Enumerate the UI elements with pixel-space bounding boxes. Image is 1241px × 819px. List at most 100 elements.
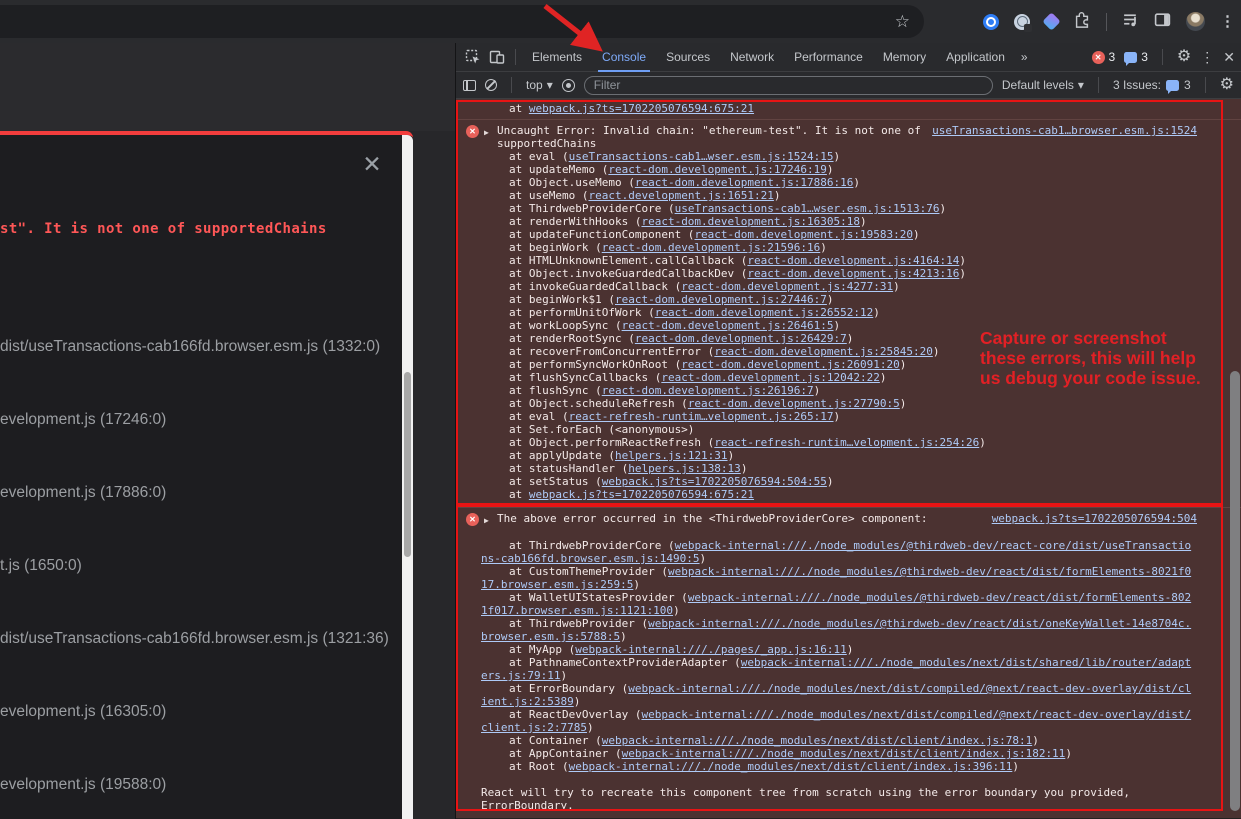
stack-frame: at performUnitOfWork (react-dom.developm…	[481, 306, 1197, 319]
media-playlist-icon[interactable]	[1122, 11, 1139, 33]
message-count-badge[interactable]: 3	[1124, 50, 1148, 64]
source-link[interactable]: webpack-internal:///./node_modules/@thir…	[481, 565, 1191, 591]
disclosure-triangle-icon[interactable]: ▶	[484, 512, 497, 527]
overlay-scrollbar-thumb[interactable]	[404, 372, 411, 557]
source-link[interactable]: helpers.js:121:31	[615, 449, 728, 462]
source-link[interactable]: useTransactions-cab1…wser.esm.js:1524:15	[569, 150, 834, 163]
source-link[interactable]: react-dom.development.js:16305:18	[641, 215, 860, 228]
extension-blue-circle-icon[interactable]	[983, 14, 999, 30]
tab-application[interactable]: Application	[937, 43, 1014, 72]
overlay-scrollbar[interactable]	[402, 135, 413, 819]
context-selector[interactable]: top ▾	[526, 78, 553, 92]
source-location-link[interactable]: useTransactions-cab1…browser.esm.js:1524	[932, 124, 1197, 137]
source-link[interactable]: react-dom.development.js:26461:5	[622, 319, 834, 332]
source-link[interactable]: react-dom.development.js:4213:16	[747, 267, 959, 280]
source-link[interactable]: webpack.js?ts=1702205076594:675:21	[529, 102, 754, 115]
extension-diamond-icon[interactable]	[1042, 12, 1060, 30]
source-link[interactable]: helpers.js:138:13	[628, 462, 741, 475]
source-link[interactable]: react-dom.development.js:26091:20	[681, 358, 900, 371]
source-link[interactable]: webpack.js?ts=1702205076594:675:21	[529, 488, 754, 501]
more-tabs-chevron-icon[interactable]: »	[1016, 50, 1033, 64]
device-toolbar-icon[interactable]	[486, 46, 508, 68]
source-link[interactable]: react-dom.development.js:27790:5	[688, 397, 900, 410]
console-row-partial: at webpack.js?ts=1702205076594:675:21	[456, 99, 1241, 120]
devtools-settings-gear-icon[interactable]: ⚙	[1177, 49, 1191, 65]
stack-frame: at webpack.js?ts=1702205076594:675:21	[481, 102, 1197, 115]
source-link[interactable]: react-dom.development.js:27446:7	[615, 293, 827, 306]
source-link[interactable]: react-dom.development.js:25845:20	[714, 345, 933, 358]
tab-label: Memory	[883, 50, 926, 64]
console-sidebar-toggle-icon[interactable]	[463, 80, 476, 91]
console-settings-gear-icon[interactable]: ⚙	[1220, 77, 1234, 93]
source-link[interactable]: webpack-internal:///./node_modules/next/…	[481, 656, 1191, 682]
console-filter-input[interactable]	[584, 76, 993, 95]
source-link[interactable]: react-dom.development.js:21596:16	[602, 241, 821, 254]
stack-frame: at flushSyncCallbacks (react-dom.develop…	[481, 371, 1197, 384]
source-link[interactable]: react-refresh-runtim…velopment.js:265:17	[569, 410, 834, 423]
browser-menu-kebab-icon[interactable]: ⋮	[1220, 14, 1235, 29]
source-link[interactable]: react-dom.development.js:26552:12	[655, 306, 874, 319]
source-location-link[interactable]: webpack.js?ts=1702205076594:504	[992, 512, 1197, 525]
bookmark-star-icon[interactable]: ☆	[895, 13, 910, 30]
devtools-close-icon[interactable]: ✕	[1223, 50, 1235, 64]
source-link[interactable]: react-refresh-runtim…velopment.js:254:26	[714, 436, 979, 449]
overlay-close-icon[interactable]: ✕	[358, 151, 386, 179]
source-link[interactable]: react-dom.development.js:17886:16	[635, 176, 854, 189]
console-scrollbar-thumb[interactable]	[1230, 371, 1240, 811]
stack-frame: at ThirdwebProvider (webpack-internal://…	[481, 617, 1197, 643]
source-link[interactable]: react-dom.development.js:19583:20	[694, 228, 913, 241]
live-expression-eye-icon[interactable]	[562, 79, 575, 92]
source-link[interactable]: react.development.js:1651:21	[588, 189, 773, 202]
error-circle-icon: ✕	[1092, 51, 1105, 64]
error-count-badge[interactable]: ✕ 3	[1092, 50, 1116, 64]
devtools-menu-kebab-icon[interactable]: ⋮	[1200, 50, 1214, 64]
profile-avatar[interactable]	[1186, 12, 1205, 31]
tab-memory[interactable]: Memory	[874, 43, 935, 72]
stack-trace: at eval (useTransactions-cab1…wser.esm.j…	[481, 150, 1197, 501]
source-link[interactable]: useTransactions-cab1…wser.esm.js:1513:76	[675, 202, 940, 215]
issues-counter[interactable]: 3 Issues: 3	[1113, 78, 1191, 92]
tab-network[interactable]: Network	[721, 43, 783, 72]
source-link[interactable]: webpack-internal:///./node_modules/@thir…	[481, 617, 1191, 643]
inspect-element-icon[interactable]	[462, 46, 484, 68]
source-link[interactable]: react-dom.development.js:17246:19	[608, 163, 827, 176]
overlay-frame: dist/useTransactions-cab166fd.browser.es…	[0, 338, 397, 411]
source-link[interactable]: webpack-internal:///./node_modules/next/…	[569, 760, 1013, 773]
side-panel-icon[interactable]	[1154, 11, 1171, 33]
source-link[interactable]: webpack-internal:///./node_modules/@thir…	[481, 539, 1191, 565]
address-bar[interactable]: ☆	[0, 5, 924, 38]
overlay-frame: evelopment.js (17886:0)	[0, 484, 397, 557]
log-levels-selector[interactable]: Default levels ▾	[1002, 78, 1084, 92]
stack-frame: at Root (webpack-internal:///./node_modu…	[481, 760, 1197, 773]
source-link[interactable]: webpack.js?ts=1702205076594:504:55	[602, 475, 827, 488]
tab-sources[interactable]: Sources	[657, 43, 719, 72]
disclosure-triangle-icon[interactable]: ▶	[484, 124, 497, 139]
source-link[interactable]: webpack-internal:///./node_modules/next/…	[481, 708, 1191, 734]
stack-frame: at updateFunctionComponent (react-dom.de…	[481, 228, 1197, 241]
overlay-error-message: st". It is not one of supportedChains	[0, 221, 360, 237]
source-link[interactable]: react-dom.development.js:26196:7	[602, 384, 814, 397]
source-link[interactable]: react-dom.development.js:12042:22	[661, 371, 880, 384]
tab-console[interactable]: Console	[593, 43, 655, 72]
tab-performance[interactable]: Performance	[785, 43, 872, 72]
source-link[interactable]: webpack-internal:///./pages/_app.js:16:1…	[575, 643, 847, 656]
stack-frame: at workLoopSync (react-dom.development.j…	[481, 319, 1197, 332]
source-link[interactable]: webpack-internal:///./node_modules/next/…	[602, 734, 1032, 747]
source-link[interactable]: webpack-internal:///./node_modules/next/…	[481, 682, 1191, 708]
error-message: Uncaught Error: Invalid chain: "ethereum…	[497, 124, 932, 150]
issues-bubble-icon	[1166, 80, 1179, 91]
clear-console-icon[interactable]	[485, 79, 497, 91]
stack-frame: at renderRootSync (react-dom.development…	[481, 332, 1197, 345]
extensions-puzzle-icon[interactable]	[1073, 10, 1091, 33]
source-link[interactable]: react-dom.development.js:4277:31	[681, 280, 893, 293]
stack-frame: at Object.scheduleRefresh (react-dom.dev…	[481, 397, 1197, 410]
toolbar2-divider	[1098, 77, 1099, 93]
source-link[interactable]: webpack-internal:///./node_modules/next/…	[622, 747, 1066, 760]
tab-elements[interactable]: Elements	[523, 43, 591, 72]
stack-frame: at HTMLUnknownElement.callCallback (reac…	[481, 254, 1197, 267]
source-link[interactable]: webpack-internal:///./node_modules/@thir…	[481, 591, 1191, 617]
extension-clock-icon[interactable]	[1014, 14, 1030, 30]
message-bubble-icon	[1124, 52, 1137, 63]
source-link[interactable]: react-dom.development.js:4164:14	[747, 254, 959, 267]
source-link[interactable]: react-dom.development.js:26429:7	[635, 332, 847, 345]
